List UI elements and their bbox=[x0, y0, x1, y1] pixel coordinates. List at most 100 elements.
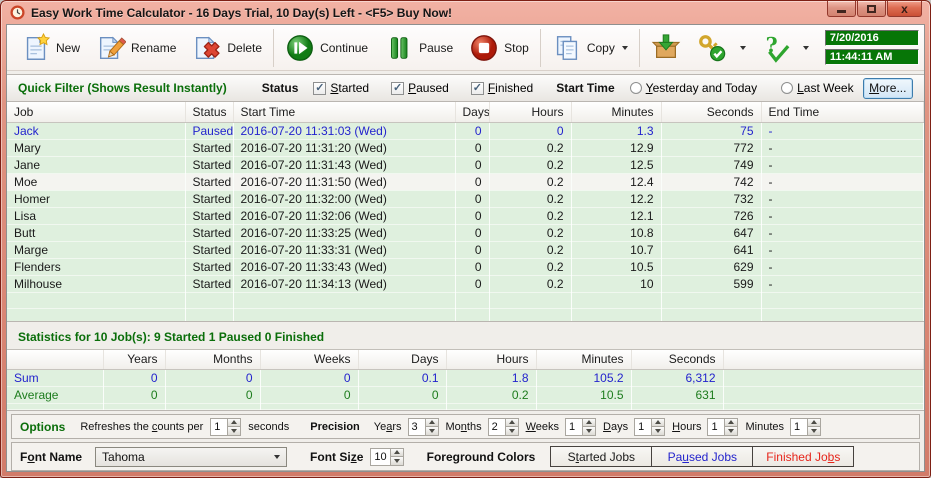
rename-button[interactable]: Rename bbox=[88, 30, 184, 66]
stat-days-cell: 0 bbox=[358, 386, 447, 404]
days-cell: 0 bbox=[455, 258, 490, 276]
help-button[interactable]: ? bbox=[752, 30, 798, 66]
seconds-cell: 641 bbox=[661, 241, 762, 259]
foreground-color-button[interactable]: Paused Jobs bbox=[651, 446, 754, 467]
spinner-value[interactable]: 10 bbox=[370, 447, 390, 466]
pause-button[interactable]: Pause bbox=[376, 30, 461, 66]
continue-button[interactable]: Continue bbox=[277, 30, 376, 66]
delete-button[interactable]: Delete bbox=[184, 30, 270, 66]
spinner-up-button[interactable] bbox=[725, 418, 738, 426]
days-cell: 0 bbox=[455, 173, 490, 191]
precision-spinner[interactable]: 1 bbox=[565, 417, 597, 436]
spinner-up-button[interactable] bbox=[583, 418, 596, 426]
minimize-button[interactable] bbox=[827, 1, 856, 17]
hours-cell: 0.2 bbox=[489, 224, 572, 242]
more-button[interactable]: More... bbox=[862, 77, 913, 99]
status-filter-checkbox[interactable]: ✓ Finished bbox=[470, 81, 533, 95]
job-cell: Butt bbox=[7, 224, 186, 242]
column-header-start-time[interactable]: Start Time bbox=[233, 102, 456, 123]
license-dropdown-button[interactable] bbox=[736, 44, 748, 52]
days-cell: 0 bbox=[455, 241, 490, 259]
spinner-up-button[interactable] bbox=[228, 418, 241, 426]
status-filter-checkbox[interactable]: ✓ Paused bbox=[391, 81, 449, 95]
new-label: New bbox=[56, 40, 81, 55]
quick-filter-title: Quick Filter (Shows Result Instantly) bbox=[18, 81, 227, 95]
column-header-hours[interactable]: Hours bbox=[489, 102, 572, 123]
stats-header-blank bbox=[7, 349, 104, 370]
status-filter-checkbox[interactable]: ✓ Started bbox=[313, 81, 369, 95]
table-row[interactable]: Marge Started 2016-07-20 11:33:31 (Wed) … bbox=[7, 241, 924, 259]
clock-app-icon bbox=[10, 5, 25, 20]
spinner-down-button[interactable] bbox=[505, 426, 518, 435]
refresh-interval-spinner[interactable]: 1 bbox=[210, 417, 242, 436]
column-header-minutes[interactable]: Minutes bbox=[571, 102, 662, 123]
start-time-cell: 2016-07-20 11:34:13 (Wed) bbox=[233, 275, 456, 293]
spinner-down-button[interactable] bbox=[725, 426, 738, 435]
minutes-cell: 12.5 bbox=[571, 156, 662, 174]
precision-spinner[interactable]: 1 bbox=[707, 417, 739, 436]
radio-label: Yesterday and Today bbox=[645, 81, 758, 95]
dropdown-arrow-icon bbox=[802, 45, 809, 50]
seconds-cell: 647 bbox=[661, 224, 762, 242]
table-row[interactable]: Lisa Started 2016-07-20 11:32:06 (Wed) 0… bbox=[7, 207, 924, 225]
spinner-up-button[interactable] bbox=[808, 418, 821, 426]
table-row[interactable]: Moe Started 2016-07-20 11:31:50 (Wed) 0 … bbox=[7, 173, 924, 191]
spinner-up-button[interactable] bbox=[505, 418, 518, 426]
column-header-days[interactable]: Days bbox=[455, 102, 490, 123]
start-time-cell: 2016-07-20 11:33:25 (Wed) bbox=[233, 224, 456, 242]
precision-spinner[interactable]: 2 bbox=[487, 417, 519, 436]
table-row[interactable]: Mary Started 2016-07-20 11:31:20 (Wed) 0… bbox=[7, 139, 924, 157]
end-time-cell: - bbox=[761, 224, 924, 242]
statistics-row: Sum 0 0 0 0.1 1.8 105.2 6,312 bbox=[7, 369, 924, 387]
precision-spinner[interactable]: 1 bbox=[634, 417, 666, 436]
font-name-dropdown[interactable]: Tahoma bbox=[95, 446, 288, 467]
table-row[interactable]: Homer Started 2016-07-20 11:32:00 (Wed) … bbox=[7, 190, 924, 208]
new-button[interactable]: New bbox=[13, 30, 88, 66]
foreground-color-button[interactable]: Started Jobs bbox=[550, 446, 653, 467]
close-button[interactable]: x bbox=[887, 1, 922, 17]
spinner-down-button[interactable] bbox=[425, 426, 438, 435]
font-size-spinner[interactable]: 10 bbox=[370, 447, 404, 466]
minutes-cell: 12.2 bbox=[571, 190, 662, 208]
spinner-down-button[interactable] bbox=[652, 426, 665, 435]
stat-seconds-cell: 6,312 bbox=[631, 369, 724, 387]
copy-button[interactable]: Copy bbox=[544, 30, 636, 66]
end-time-cell: - bbox=[761, 139, 924, 157]
stop-button[interactable]: Stop bbox=[461, 30, 537, 66]
status-cell: Started bbox=[185, 207, 234, 225]
table-row[interactable]: Milhouse Started 2016-07-20 11:34:13 (We… bbox=[7, 275, 924, 293]
spinner-down-button[interactable] bbox=[390, 456, 403, 465]
spinner-down-button[interactable] bbox=[583, 426, 596, 435]
up-arrow-icon bbox=[728, 420, 735, 425]
spinner-value[interactable]: 1 bbox=[210, 417, 228, 436]
spinner-up-button[interactable] bbox=[425, 418, 438, 426]
license-button[interactable] bbox=[689, 30, 735, 66]
table-row[interactable]: Jack Paused 2016-07-20 11:31:03 (Wed) 0 … bbox=[7, 122, 924, 140]
options-panel: Options Refreshes the counts per 1 secon… bbox=[11, 414, 920, 439]
help-dropdown-button[interactable] bbox=[799, 44, 811, 52]
stats-header-seconds: Seconds bbox=[631, 349, 724, 370]
spinner-down-button[interactable] bbox=[228, 426, 241, 435]
maximize-button[interactable] bbox=[857, 1, 886, 17]
end-time-cell: - bbox=[761, 241, 924, 259]
start-time-radio[interactable]: Last Week bbox=[781, 81, 854, 95]
foreground-color-button[interactable]: Finished Jobs bbox=[752, 446, 855, 467]
column-header-seconds[interactable]: Seconds bbox=[661, 102, 762, 123]
table-row[interactable]: Jane Started 2016-07-20 11:31:43 (Wed) 0… bbox=[7, 156, 924, 174]
status-cell: Started bbox=[185, 241, 234, 259]
spinner-up-button[interactable] bbox=[652, 418, 665, 426]
column-header-job[interactable]: Job bbox=[7, 102, 186, 123]
column-header-status[interactable]: Status bbox=[185, 102, 234, 123]
install-button[interactable] bbox=[643, 30, 689, 66]
precision-spinner[interactable]: 3 bbox=[407, 417, 439, 436]
column-header-end-time[interactable]: End Time bbox=[761, 102, 924, 123]
table-row[interactable]: Butt Started 2016-07-20 11:33:25 (Wed) 0… bbox=[7, 224, 924, 242]
table-row[interactable]: Flenders Started 2016-07-20 11:33:43 (We… bbox=[7, 258, 924, 276]
spinner-down-button[interactable] bbox=[808, 426, 821, 435]
down-arrow-icon bbox=[655, 428, 662, 433]
spinner-up-button[interactable] bbox=[390, 448, 403, 456]
precision-spinner[interactable]: 1 bbox=[790, 417, 822, 436]
stat-years-cell: 0 bbox=[103, 386, 166, 404]
start-time-radio[interactable]: Yesterday and Today bbox=[629, 81, 758, 95]
hours-cell: 0.2 bbox=[489, 173, 572, 191]
